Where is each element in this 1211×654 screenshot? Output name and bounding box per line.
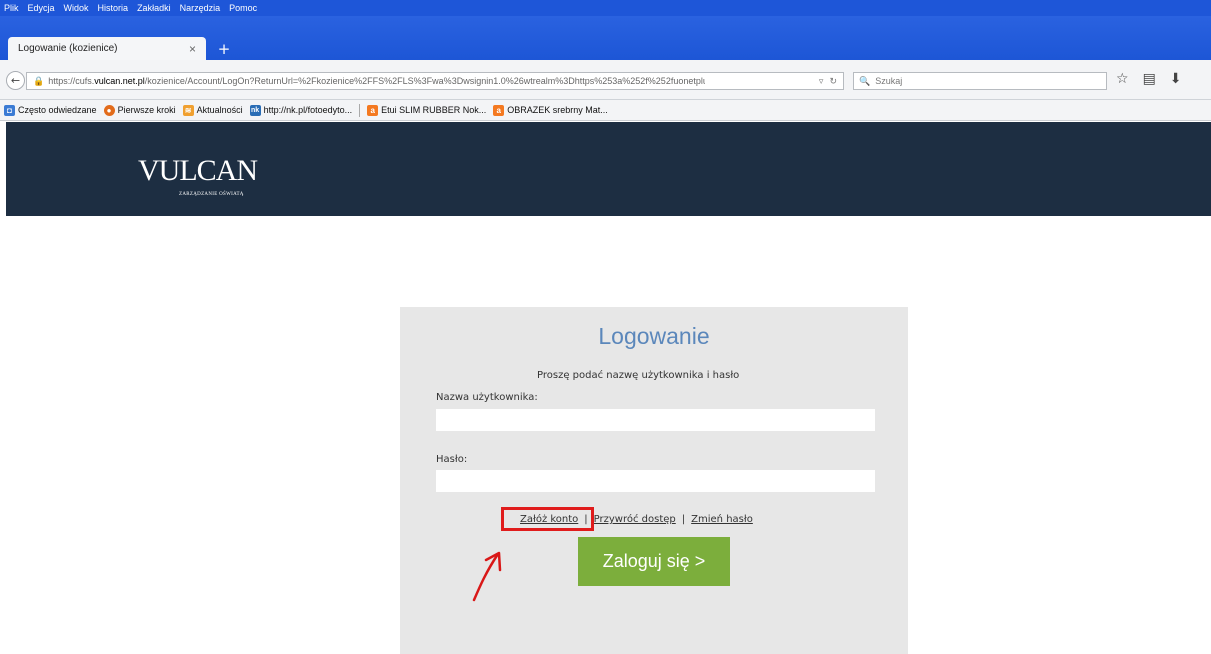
bookmark-label: OBRAZEK srebrny Mat... <box>507 105 608 115</box>
dropdown-icon[interactable]: ▿ <box>819 76 824 87</box>
menu-view[interactable]: Widok <box>64 3 89 13</box>
search-icon: 🔍 <box>859 75 871 86</box>
bookmark-label: Etui SLIM RUBBER Nok... <box>381 105 487 115</box>
bookmark-item[interactable]: ◘ Często odwiedzane <box>4 104 97 116</box>
url-prefix: https://cufs. <box>48 76 95 86</box>
back-arrow-icon: ← <box>10 74 21 87</box>
vulcan-logo[interactable]: VULCAN <box>138 154 258 188</box>
lock-icon: 🔒 <box>33 75 45 86</box>
username-field[interactable] <box>436 409 875 431</box>
annotation-highlight-box <box>501 507 594 531</box>
change-password-link[interactable]: Zmień hasło <box>691 514 753 525</box>
star-icon[interactable]: ☆ <box>1116 71 1129 87</box>
bookmark-item[interactable]: nk http://nk.pl/fotoedyto... <box>249 104 353 116</box>
download-icon[interactable]: ⬇ <box>1170 71 1182 87</box>
search-input[interactable]: 🔍 Szukaj <box>853 72 1107 90</box>
url-host: vulcan.net.pl <box>94 76 145 86</box>
site-header: VULCAN ZARZĄDZANIE OŚWIATĄ <box>6 122 1211 216</box>
password-label: Hasło: <box>436 454 468 465</box>
close-icon[interactable]: × <box>189 42 196 56</box>
globe-icon: ◘ <box>4 104 15 116</box>
back-button[interactable]: ← <box>6 71 25 90</box>
firefox-icon: ● <box>103 104 115 116</box>
annotation-arrow-icon <box>472 551 502 602</box>
new-tab-button[interactable]: + <box>214 40 234 58</box>
bookmark-item[interactable]: ≋ Aktualności <box>182 104 243 116</box>
tab-logowanie[interactable]: Logowanie (kozienice) × <box>8 37 206 60</box>
allegro-icon: a <box>367 104 379 116</box>
tab-title: Logowanie (kozienice) <box>18 43 118 54</box>
rss-icon: ≋ <box>182 104 194 116</box>
username-label: Nazwa użytkownika: <box>436 392 538 403</box>
search-placeholder: Szukaj <box>875 76 903 86</box>
menu-tools[interactable]: Narzędzia <box>180 3 221 13</box>
link-separator: | <box>681 514 686 525</box>
bookmark-label: Często odwiedzane <box>18 105 97 115</box>
address-bar[interactable]: 🔒 https://cufs. vulcan.net.pl/kozienice/A… <box>26 72 844 90</box>
bookmark-item[interactable]: ● Pierwsze kroki <box>103 104 176 116</box>
divider <box>359 103 361 117</box>
bookmark-label: http://nk.pl/fotoedyto... <box>263 105 353 115</box>
menu-history[interactable]: Historia <box>98 3 129 13</box>
page-title: Logowanie <box>598 323 710 349</box>
url-path: /kozienice/Account/LogOn?ReturnUrl=%2Fko… <box>144 76 705 86</box>
menu-bar: Plik Edycja Widok Historia Zakładki Narz… <box>0 0 1211 16</box>
nk-icon: nk <box>249 104 261 116</box>
bookmark-item[interactable]: a Etui SLIM RUBBER Nok... <box>367 104 487 116</box>
menu-help[interactable]: Pomoc <box>229 3 257 13</box>
bookmark-item[interactable]: a OBRAZEK srebrny Mat... <box>493 104 608 116</box>
reading-list-icon[interactable]: ▤ <box>1143 71 1156 87</box>
nav-bar: ← 🔒 https://cufs. vulcan.net.pl/kozienice… <box>0 60 1211 100</box>
restore-access-link[interactable]: Przywróć dostęp <box>594 514 676 525</box>
password-field[interactable] <box>436 470 875 492</box>
bookmark-label: Aktualności <box>196 105 243 115</box>
logo-tagline: ZARZĄDZANIE OŚWIATĄ <box>179 192 244 197</box>
bookmark-label: Pierwsze kroki <box>117 105 176 115</box>
bookmarks-bar: ◘ Często odwiedzane ● Pierwsze kroki ≋ A… <box>0 100 1211 121</box>
menu-file[interactable]: Plik <box>4 3 19 13</box>
login-description: Proszę podać nazwę użytkownika i hasło <box>537 370 740 381</box>
allegro-icon: a <box>493 104 505 116</box>
menu-bookmarks[interactable]: Zakładki <box>137 3 171 13</box>
login-button[interactable]: Zaloguj się > <box>578 537 730 586</box>
reload-icon[interactable]: ↻ <box>829 76 837 87</box>
tab-strip: Logowanie (kozienice) × + <box>0 16 1211 60</box>
menu-edit[interactable]: Edycja <box>28 3 55 13</box>
